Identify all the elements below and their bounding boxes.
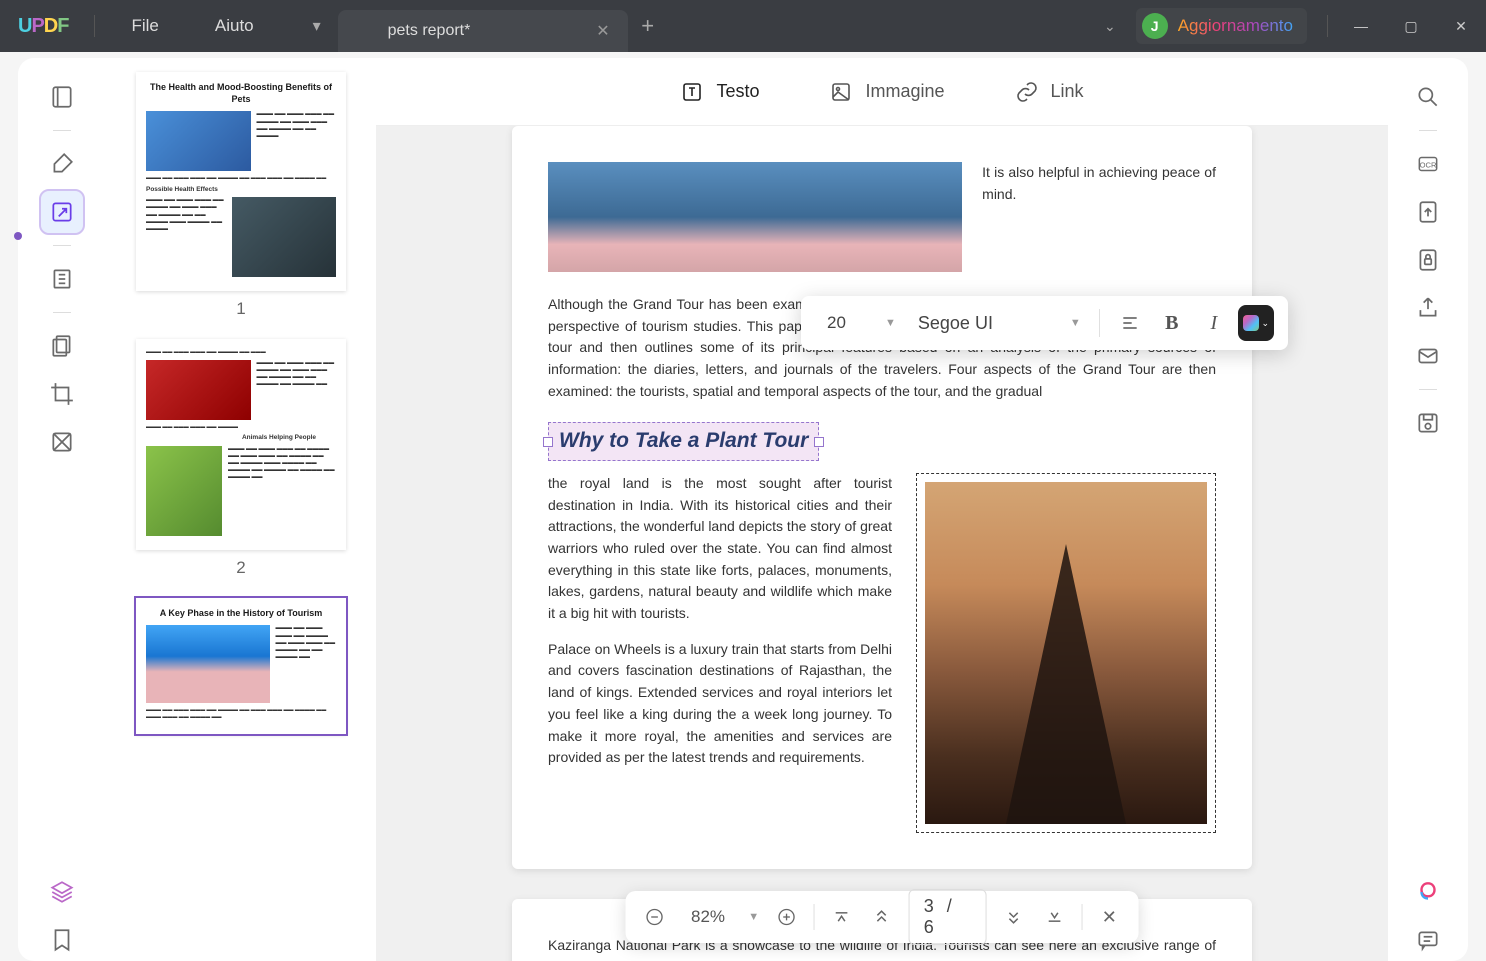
thumbnail-panel: The Health and Mood-Boosting Benefits of… (106, 58, 376, 961)
last-page-button[interactable] (1041, 902, 1067, 932)
heading-text: Why to Take a Plant Tour (559, 429, 808, 452)
edit-image-button[interactable]: Immagine (829, 80, 944, 104)
bold-button[interactable]: B (1154, 305, 1190, 341)
paragraph-col-b: Palace on Wheels is a luxury train that … (548, 639, 892, 769)
zoom-in-button[interactable] (773, 902, 799, 932)
thumb-label-1: 1 (136, 299, 346, 319)
tab-title: pets report* (388, 22, 471, 40)
first-page-button[interactable] (828, 902, 854, 932)
rail-indicator-dot (14, 232, 22, 240)
thumbnail-page-1[interactable]: The Health and Mood-Boosting Benefits of… (136, 72, 346, 291)
eiffel-image-frame[interactable] (916, 473, 1216, 833)
avatar: J (1142, 13, 1168, 39)
tab-add-button[interactable]: + (628, 13, 668, 39)
reader-tool-icon[interactable] (41, 76, 83, 118)
convert-icon[interactable] (1407, 191, 1449, 233)
protect-icon[interactable] (1407, 239, 1449, 281)
edit-link-button[interactable]: Link (1015, 80, 1084, 104)
tabs-overflow-icon[interactable]: ⌄ (1084, 18, 1136, 35)
document-tab[interactable]: pets report* ✕ (338, 10, 628, 52)
thumbnail-page-2[interactable]: ▬▬▬ ▬▬ ▬▬▬ ▬▬▬ ▬▬ ▬▬▬▬ ▬▬ ▬▬▬ ▬▬▬ ▬▬ ▬▬▬… (136, 339, 346, 549)
zoom-dropdown-icon[interactable]: ▼ (748, 911, 759, 923)
next-page-button[interactable] (1001, 902, 1027, 932)
organize-tool-icon[interactable] (41, 325, 83, 367)
left-rail (18, 58, 106, 961)
font-toolbar: ▼ Segoe UI ▼ B I ⌄ (801, 296, 1288, 350)
side-paragraph: It is also helpful in achieving peace of… (982, 162, 1216, 294)
menu-file[interactable]: File (103, 16, 186, 36)
layers-icon[interactable] (41, 871, 83, 913)
ocr-icon[interactable]: OCR (1407, 143, 1449, 185)
window-maximize-button[interactable]: ▢ (1386, 18, 1436, 35)
window-minimize-button[interactable]: — (1336, 18, 1386, 34)
app-logo: UPDF (0, 15, 86, 38)
crop-tool-icon[interactable] (41, 373, 83, 415)
email-icon[interactable] (1407, 335, 1449, 377)
align-button[interactable] (1112, 305, 1148, 341)
user-badge[interactable]: J Aggiornamento (1136, 8, 1307, 44)
menu-help[interactable]: Aiuto (187, 16, 282, 36)
thumb-label-2: 2 (136, 558, 346, 578)
edit-text-button[interactable]: Testo (680, 80, 759, 104)
font-family-dropdown-icon[interactable]: ▼ (1064, 317, 1087, 329)
save-icon[interactable] (1407, 402, 1449, 444)
user-label: Aggiornamento (1178, 16, 1293, 36)
italic-button[interactable]: I (1196, 305, 1232, 341)
car-image (548, 162, 962, 272)
edit-toolbar: Testo Immagine Link (376, 58, 1388, 126)
pages-tool-icon[interactable] (41, 258, 83, 300)
bookmark-icon[interactable] (41, 919, 83, 961)
font-family-select[interactable]: Segoe UI (908, 313, 1058, 334)
zoom-level[interactable]: 82% (682, 907, 734, 927)
content-area: Testo Immagine Link ▼ Segoe UI ▼ B I ⌄ (376, 58, 1388, 961)
svg-text:OCR: OCR (1420, 160, 1437, 169)
color-picker-button[interactable]: ⌄ (1238, 305, 1274, 341)
comment-icon[interactable] (1407, 919, 1449, 961)
zoom-bar: 82% ▼ 3 / 6 ✕ (626, 891, 1139, 943)
thumbnail-page-3[interactable]: A Key Phase in the History of Tourism ▬▬… (136, 598, 346, 735)
edit-tool-icon[interactable] (41, 191, 83, 233)
ai-icon[interactable] (1407, 871, 1449, 913)
font-size-dropdown-icon[interactable]: ▼ (879, 317, 902, 329)
prev-page-button[interactable] (868, 902, 894, 932)
paragraph-col-a: the royal land is the most sought after … (548, 473, 892, 625)
right-rail: OCR (1388, 58, 1468, 961)
highlight-tool-icon[interactable] (41, 143, 83, 185)
redact-tool-icon[interactable] (41, 421, 83, 463)
share-icon[interactable] (1407, 287, 1449, 329)
selected-heading-box[interactable]: Why to Take a Plant Tour (548, 422, 819, 461)
document-scroll[interactable]: It is also helpful in achieving peace of… (376, 126, 1388, 961)
page-indicator[interactable]: 3 / 6 (909, 889, 987, 945)
window-close-button[interactable]: ✕ (1436, 18, 1486, 35)
close-zoom-bar-button[interactable]: ✕ (1096, 902, 1122, 932)
titlebar: UPDF File Aiuto ▾ pets report* ✕ + ⌄ J A… (0, 0, 1486, 52)
tab-close-icon[interactable]: ✕ (596, 21, 609, 41)
search-icon[interactable] (1407, 76, 1449, 118)
tab-dropdown-icon[interactable]: ▾ (302, 11, 332, 41)
font-size-input[interactable] (815, 305, 873, 341)
zoom-out-button[interactable] (642, 902, 668, 932)
document-page-3: It is also helpful in achieving peace of… (512, 126, 1252, 869)
